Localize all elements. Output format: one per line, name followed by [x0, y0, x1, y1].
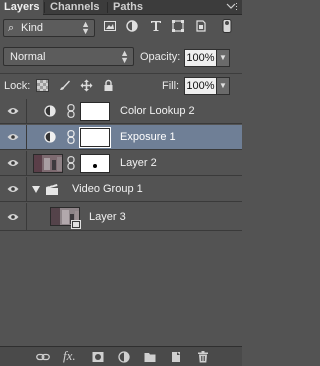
lock-transparent-icon[interactable] [36, 79, 49, 92]
layers-bottom-toolbar: fx. [0, 346, 242, 366]
opacity-dropdown-button[interactable]: ▼ [217, 49, 230, 67]
shape-filter-icon[interactable] [172, 20, 184, 32]
delete-layer-icon[interactable] [197, 351, 209, 363]
visibility-eye-icon[interactable] [7, 133, 19, 141]
blend-mode-select[interactable]: Normal ▲ ▼ [3, 47, 134, 66]
mask-link-chain-icon[interactable] [67, 156, 75, 170]
layer-name[interactable]: Video Group 1 [72, 183, 143, 195]
layer-name[interactable]: Layer 3 [89, 211, 126, 223]
blend-mode-label: Normal [10, 51, 46, 63]
search-icon: ⌕ [8, 22, 15, 34]
filter-toggle-icon[interactable] [222, 19, 232, 33]
tab-divider [107, 2, 108, 13]
tab-channels[interactable]: Channels [50, 0, 100, 15]
opacity-input[interactable]: 100% [184, 49, 217, 67]
tab-divider [44, 2, 45, 13]
layer-name[interactable]: Exposure 1 [120, 131, 176, 143]
column-divider [26, 125, 27, 150]
column-divider [26, 203, 27, 231]
select-arrows-icon: ▲ ▼ [81, 19, 90, 36]
tab-layers-label: Layers [4, 1, 40, 13]
smart-object-filter-icon[interactable] [195, 20, 207, 32]
new-layer-icon[interactable] [170, 351, 182, 363]
column-divider [26, 151, 27, 176]
layer-name[interactable]: Color Lookup 2 [120, 105, 195, 117]
panel-tab-bar: Layers Channels Paths [0, 0, 242, 16]
opacity-label: Opacity: [140, 51, 181, 63]
tab-paths[interactable]: Paths [113, 0, 143, 15]
filter-kind-label: Kind [21, 22, 44, 34]
tab-channels-label: Channels [50, 1, 100, 13]
fx-icon[interactable]: fx. [63, 348, 79, 363]
layer-row-layer-2[interactable]: Layer 2 [0, 151, 242, 176]
text-filter-icon[interactable] [150, 20, 162, 32]
layer-image-thumbnail[interactable] [33, 154, 63, 173]
column-divider [26, 177, 27, 202]
adjustment-layer-icon [44, 131, 56, 143]
layer-row-exposure-1[interactable]: Exposure 1 [0, 125, 242, 150]
tab-paths-label: Paths [113, 1, 143, 13]
visibility-eye-icon[interactable] [7, 159, 19, 167]
layer-mask-thumbnail[interactable] [80, 102, 110, 121]
column-divider [26, 99, 27, 124]
new-group-icon[interactable] [144, 351, 156, 363]
lock-all-icon[interactable] [102, 79, 115, 92]
lock-position-icon[interactable] [80, 79, 93, 92]
filter-kind-select[interactable]: ⌕ Kind ▲ ▼ [3, 19, 95, 37]
fill-input[interactable]: 100% [184, 77, 217, 95]
adjustment-layer-icon [44, 105, 56, 117]
layer-row-color-lookup-2[interactable]: Color Lookup 2 [0, 99, 242, 124]
visibility-eye-icon[interactable] [7, 185, 19, 193]
layer-mask-thumbnail[interactable] [80, 154, 110, 173]
lock-label: Lock: [4, 80, 31, 92]
fill-label: Fill: [162, 80, 180, 92]
tab-layers[interactable]: Layers [0, 0, 43, 16]
image-filter-icon[interactable] [104, 20, 116, 32]
mask-link-chain-icon[interactable] [67, 104, 75, 118]
mask-dot-icon [93, 164, 97, 168]
visibility-eye-icon[interactable] [7, 213, 19, 221]
layer-row-video-group-1[interactable]: Video Group 1 [0, 177, 242, 202]
group-expand-triangle-icon[interactable] [32, 186, 40, 193]
new-adjustment-icon[interactable] [118, 351, 130, 363]
adjustment-filter-icon[interactable] [126, 20, 138, 32]
video-layer-badge-icon [71, 220, 81, 229]
select-arrows-icon: ▲ ▼ [120, 48, 129, 65]
lock-image-icon[interactable] [58, 79, 71, 92]
film-clapper-icon [46, 183, 58, 195]
layer-mask-thumbnail[interactable] [79, 127, 111, 148]
visibility-eye-icon[interactable] [7, 107, 19, 115]
mask-link-chain-icon[interactable] [67, 130, 75, 144]
panel-menu-icon[interactable] [226, 2, 238, 15]
link-layers-icon[interactable] [36, 351, 50, 363]
layer-row-layer-3[interactable]: Layer 3 [0, 203, 242, 231]
add-mask-icon[interactable] [92, 351, 104, 363]
layer-name[interactable]: Layer 2 [120, 157, 157, 169]
fill-dropdown-button[interactable]: ▼ [217, 77, 230, 95]
